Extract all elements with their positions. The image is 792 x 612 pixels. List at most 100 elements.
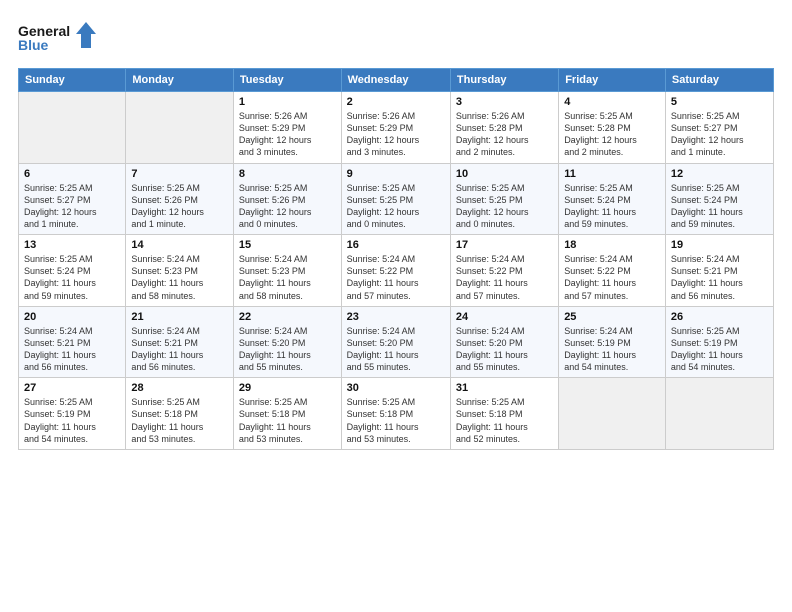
day-cell: [19, 92, 126, 164]
weekday-header-row: SundayMondayTuesdayWednesdayThursdayFrid…: [19, 69, 774, 92]
day-number: 27: [24, 382, 120, 394]
day-info: Sunrise: 5:25 AM Sunset: 5:18 PM Dayligh…: [456, 396, 553, 445]
day-info: Sunrise: 5:25 AM Sunset: 5:18 PM Dayligh…: [347, 396, 445, 445]
day-info: Sunrise: 5:24 AM Sunset: 5:22 PM Dayligh…: [564, 253, 660, 302]
day-info: Sunrise: 5:24 AM Sunset: 5:20 PM Dayligh…: [347, 325, 445, 374]
day-number: 21: [131, 311, 228, 323]
weekday-header-thursday: Thursday: [450, 69, 558, 92]
day-info: Sunrise: 5:24 AM Sunset: 5:22 PM Dayligh…: [347, 253, 445, 302]
day-cell: 3 Sunrise: 5:26 AM Sunset: 5:28 PM Daylig…: [450, 92, 558, 164]
day-cell: 5 Sunrise: 5:25 AM Sunset: 5:27 PM Daylig…: [665, 92, 773, 164]
day-number: 28: [131, 382, 228, 394]
day-number: 12: [671, 168, 768, 180]
day-cell: 2 Sunrise: 5:26 AM Sunset: 5:29 PM Daylig…: [341, 92, 450, 164]
day-info: Sunrise: 5:25 AM Sunset: 5:26 PM Dayligh…: [131, 182, 228, 231]
day-info: Sunrise: 5:26 AM Sunset: 5:29 PM Dayligh…: [239, 110, 336, 159]
weekday-header-sunday: Sunday: [19, 69, 126, 92]
day-cell: 13 Sunrise: 5:25 AM Sunset: 5:24 PM Dayli…: [19, 235, 126, 307]
day-info: Sunrise: 5:25 AM Sunset: 5:28 PM Dayligh…: [564, 110, 660, 159]
page: General Blue SundayMondayTuesdayWednesda…: [0, 0, 792, 612]
weekday-header-tuesday: Tuesday: [233, 69, 341, 92]
day-cell: 10 Sunrise: 5:25 AM Sunset: 5:25 PM Dayli…: [450, 163, 558, 235]
day-cell: [559, 378, 666, 450]
day-number: 8: [239, 168, 336, 180]
day-number: 24: [456, 311, 553, 323]
day-info: Sunrise: 5:24 AM Sunset: 5:21 PM Dayligh…: [24, 325, 120, 374]
day-info: Sunrise: 5:26 AM Sunset: 5:29 PM Dayligh…: [347, 110, 445, 159]
day-cell: 19 Sunrise: 5:24 AM Sunset: 5:21 PM Dayli…: [665, 235, 773, 307]
day-number: 3: [456, 96, 553, 108]
day-info: Sunrise: 5:26 AM Sunset: 5:28 PM Dayligh…: [456, 110, 553, 159]
day-number: 19: [671, 239, 768, 251]
day-number: 13: [24, 239, 120, 251]
day-cell: 30Sunrise: 5:25 AM Sunset: 5:18 PM Dayli…: [341, 378, 450, 450]
day-cell: 21 Sunrise: 5:24 AM Sunset: 5:21 PM Dayli…: [126, 306, 234, 378]
day-info: Sunrise: 5:25 AM Sunset: 5:18 PM Dayligh…: [131, 396, 228, 445]
day-cell: 17 Sunrise: 5:24 AM Sunset: 5:22 PM Dayli…: [450, 235, 558, 307]
day-number: 4: [564, 96, 660, 108]
day-number: 23: [347, 311, 445, 323]
day-cell: 24 Sunrise: 5:24 AM Sunset: 5:20 PM Dayli…: [450, 306, 558, 378]
day-number: 18: [564, 239, 660, 251]
day-cell: 23 Sunrise: 5:24 AM Sunset: 5:20 PM Dayli…: [341, 306, 450, 378]
weekday-header-saturday: Saturday: [665, 69, 773, 92]
day-info: Sunrise: 5:25 AM Sunset: 5:18 PM Dayligh…: [239, 396, 336, 445]
day-info: Sunrise: 5:25 AM Sunset: 5:25 PM Dayligh…: [456, 182, 553, 231]
day-number: 2: [347, 96, 445, 108]
header: General Blue: [18, 18, 774, 58]
day-number: 15: [239, 239, 336, 251]
day-number: 22: [239, 311, 336, 323]
day-number: 20: [24, 311, 120, 323]
day-info: Sunrise: 5:24 AM Sunset: 5:22 PM Dayligh…: [456, 253, 553, 302]
day-info: Sunrise: 5:25 AM Sunset: 5:25 PM Dayligh…: [347, 182, 445, 231]
day-number: 29: [239, 382, 336, 394]
day-cell: [126, 92, 234, 164]
week-row-1: 6Sunrise: 5:25 AM Sunset: 5:27 PM Daylig…: [19, 163, 774, 235]
day-info: Sunrise: 5:25 AM Sunset: 5:26 PM Dayligh…: [239, 182, 336, 231]
day-info: Sunrise: 5:24 AM Sunset: 5:20 PM Dayligh…: [456, 325, 553, 374]
day-cell: 14Sunrise: 5:24 AM Sunset: 5:23 PM Dayli…: [126, 235, 234, 307]
day-info: Sunrise: 5:24 AM Sunset: 5:21 PM Dayligh…: [671, 253, 768, 302]
day-info: Sunrise: 5:25 AM Sunset: 5:24 PM Dayligh…: [564, 182, 660, 231]
day-info: Sunrise: 5:25 AM Sunset: 5:27 PM Dayligh…: [24, 182, 120, 231]
day-number: 1: [239, 96, 336, 108]
calendar-body: 1 Sunrise: 5:26 AM Sunset: 5:29 PM Daylig…: [19, 92, 774, 450]
day-number: 25: [564, 311, 660, 323]
day-info: Sunrise: 5:24 AM Sunset: 5:21 PM Dayligh…: [131, 325, 228, 374]
day-info: Sunrise: 5:24 AM Sunset: 5:19 PM Dayligh…: [564, 325, 660, 374]
day-info: Sunrise: 5:25 AM Sunset: 5:27 PM Dayligh…: [671, 110, 768, 159]
day-info: Sunrise: 5:24 AM Sunset: 5:23 PM Dayligh…: [131, 253, 228, 302]
day-number: 16: [347, 239, 445, 251]
day-cell: 31 Sunrise: 5:25 AM Sunset: 5:18 PM Dayli…: [450, 378, 558, 450]
day-info: Sunrise: 5:25 AM Sunset: 5:24 PM Dayligh…: [671, 182, 768, 231]
day-cell: 26Sunrise: 5:25 AM Sunset: 5:19 PM Dayli…: [665, 306, 773, 378]
day-number: 11: [564, 168, 660, 180]
day-info: Sunrise: 5:24 AM Sunset: 5:23 PM Dayligh…: [239, 253, 336, 302]
day-info: Sunrise: 5:25 AM Sunset: 5:24 PM Dayligh…: [24, 253, 120, 302]
weekday-header-monday: Monday: [126, 69, 234, 92]
svg-text:Blue: Blue: [18, 37, 49, 53]
day-cell: 28 Sunrise: 5:25 AM Sunset: 5:18 PM Dayli…: [126, 378, 234, 450]
day-number: 17: [456, 239, 553, 251]
day-info: Sunrise: 5:25 AM Sunset: 5:19 PM Dayligh…: [24, 396, 120, 445]
day-cell: 4 Sunrise: 5:25 AM Sunset: 5:28 PM Daylig…: [559, 92, 666, 164]
day-cell: 16 Sunrise: 5:24 AM Sunset: 5:22 PM Dayli…: [341, 235, 450, 307]
day-number: 5: [671, 96, 768, 108]
weekday-header-wednesday: Wednesday: [341, 69, 450, 92]
day-cell: 11 Sunrise: 5:25 AM Sunset: 5:24 PM Dayli…: [559, 163, 666, 235]
day-number: 10: [456, 168, 553, 180]
day-cell: 12 Sunrise: 5:25 AM Sunset: 5:24 PM Dayli…: [665, 163, 773, 235]
day-cell: 8 Sunrise: 5:25 AM Sunset: 5:26 PM Daylig…: [233, 163, 341, 235]
day-cell: 20 Sunrise: 5:24 AM Sunset: 5:21 PM Dayli…: [19, 306, 126, 378]
day-number: 31: [456, 382, 553, 394]
day-cell: 18 Sunrise: 5:24 AM Sunset: 5:22 PM Dayli…: [559, 235, 666, 307]
logo-svg: General Blue: [18, 18, 98, 58]
week-row-0: 1 Sunrise: 5:26 AM Sunset: 5:29 PM Daylig…: [19, 92, 774, 164]
day-cell: [665, 378, 773, 450]
day-cell: 15 Sunrise: 5:24 AM Sunset: 5:23 PM Dayli…: [233, 235, 341, 307]
day-cell: 25 Sunrise: 5:24 AM Sunset: 5:19 PM Dayli…: [559, 306, 666, 378]
day-cell: 9Sunrise: 5:25 AM Sunset: 5:25 PM Daylig…: [341, 163, 450, 235]
calendar-table: SundayMondayTuesdayWednesdayThursdayFrid…: [18, 68, 774, 450]
day-cell: 1 Sunrise: 5:26 AM Sunset: 5:29 PM Daylig…: [233, 92, 341, 164]
logo: General Blue: [18, 18, 98, 58]
